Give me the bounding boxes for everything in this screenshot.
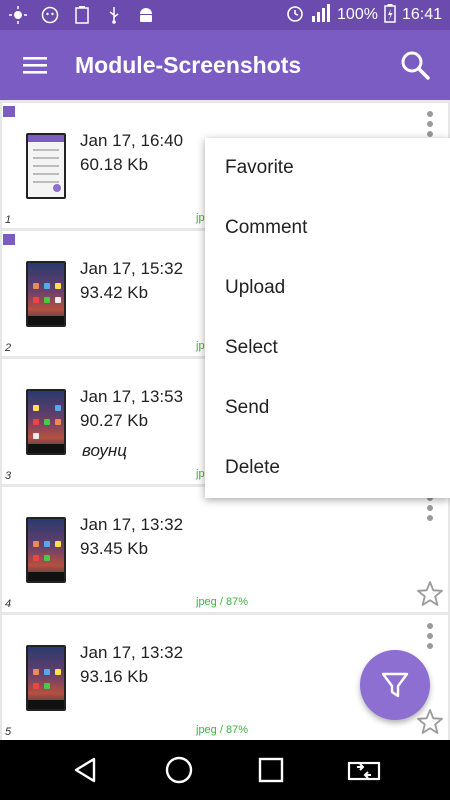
- search-icon: [401, 51, 430, 80]
- menu-item-delete[interactable]: Delete: [205, 438, 450, 498]
- more-options-icon[interactable]: [424, 495, 436, 521]
- item-index: 2: [5, 342, 12, 354]
- item-size: 93.16 Kb: [80, 667, 149, 686]
- status-left-icons: [8, 6, 156, 24]
- filter-icon: [381, 672, 409, 698]
- hamburger-icon: [23, 57, 47, 74]
- signal-icon: [311, 3, 331, 27]
- recents-button[interactable]: [246, 745, 296, 795]
- item-comment: воунц: [82, 441, 127, 460]
- screenshot-thumbnail[interactable]: [26, 645, 66, 711]
- back-button[interactable]: [61, 745, 111, 795]
- more-options-icon[interactable]: [424, 623, 436, 649]
- menu-button[interactable]: [0, 30, 70, 100]
- item-date: Jan 17, 13:32: [80, 515, 184, 534]
- item-date: Jan 17, 15:32: [80, 259, 184, 278]
- item-date: Jan 17, 13:32: [80, 643, 184, 662]
- battery-charging-icon: [384, 3, 396, 28]
- list-item[interactable]: Jan 17, 13:32 93.45 Kb 4 jpeg / 87%: [2, 487, 448, 612]
- item-date: Jan 17, 13:53: [80, 387, 184, 406]
- battery-percent: 100%: [337, 6, 378, 23]
- item-index: 3: [5, 470, 12, 482]
- item-size: 90.27 Kb: [80, 411, 149, 430]
- item-format: jpeg / 87%: [196, 724, 248, 736]
- item-size: 93.42 Kb: [80, 283, 149, 302]
- screenshot-thumbnail[interactable]: [26, 133, 66, 199]
- more-options-icon[interactable]: [424, 111, 436, 137]
- item-size: 93.45 Kb: [80, 539, 149, 558]
- battery-100-icon: [72, 6, 92, 24]
- menu-item-upload[interactable]: Upload: [205, 258, 450, 318]
- filter-button[interactable]: [360, 650, 430, 720]
- menu-item-comment[interactable]: Comment: [205, 198, 450, 258]
- status-bar: 100% 16:41: [0, 0, 450, 30]
- favorite-star-icon[interactable]: [416, 580, 444, 608]
- context-menu: Favorite Comment Upload Select Send Dele…: [205, 138, 450, 498]
- item-index: 1: [5, 214, 12, 226]
- clock: 16:41: [401, 6, 442, 23]
- menu-item-select[interactable]: Select: [205, 318, 450, 378]
- back-icon: [75, 757, 96, 783]
- item-date: Jan 17, 16:40: [80, 131, 184, 150]
- page-title: Module-Screenshots: [75, 51, 302, 78]
- item-format: jpeg / 87%: [196, 596, 248, 608]
- android-icon: [136, 6, 156, 24]
- home-button[interactable]: [154, 745, 204, 795]
- selection-marker: [3, 106, 15, 117]
- home-icon: [165, 756, 192, 784]
- item-index: 4: [5, 598, 12, 610]
- screenshot-thumbnail[interactable]: [26, 261, 66, 327]
- alarm-icon: [285, 3, 305, 28]
- item-index: 5: [5, 726, 12, 738]
- app-bar: Module-Screenshots: [0, 30, 450, 100]
- menu-item-favorite[interactable]: Favorite: [205, 138, 450, 198]
- dual-window-icon: [347, 761, 380, 781]
- favorite-star-icon[interactable]: [416, 708, 444, 736]
- screenshot-thumbnail[interactable]: [26, 389, 66, 455]
- face-icon: [40, 6, 60, 24]
- selection-marker: [3, 234, 15, 245]
- screenshot-thumbnail[interactable]: [26, 517, 66, 583]
- switch-window-button[interactable]: [339, 745, 389, 795]
- menu-item-send[interactable]: Send: [205, 378, 450, 438]
- usb-icon: [104, 6, 124, 24]
- item-size: 60.18 Kb: [80, 155, 149, 174]
- brightness-icon: [8, 6, 28, 24]
- status-right: 100% 16:41: [285, 3, 442, 28]
- search-button[interactable]: [394, 44, 436, 86]
- navigation-bar: [0, 740, 450, 800]
- recents-icon: [259, 757, 284, 783]
